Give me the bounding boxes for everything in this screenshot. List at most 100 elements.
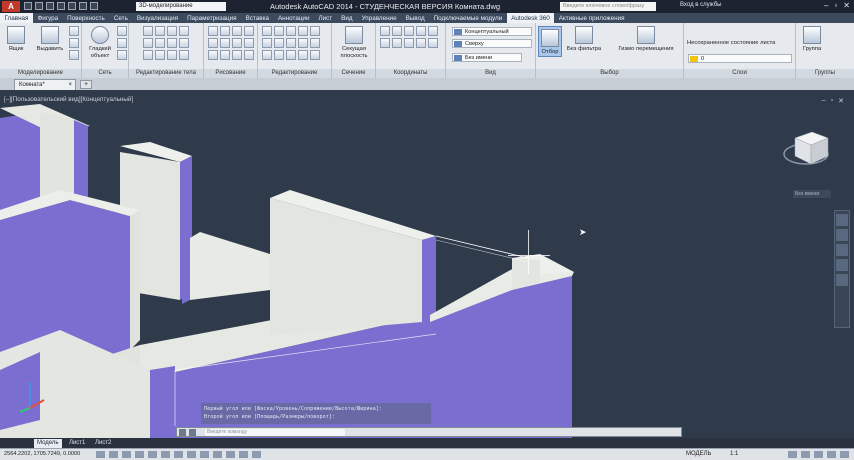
smooth-more-icon[interactable] (117, 26, 127, 36)
point-icon[interactable] (220, 50, 230, 60)
print-icon[interactable] (68, 2, 76, 10)
layer-dropdown[interactable]: 0 (688, 54, 792, 63)
rectangle-icon[interactable] (208, 38, 218, 48)
box-button[interactable]: Ящик (4, 26, 28, 53)
array-icon[interactable] (262, 50, 272, 60)
close-icon[interactable]: ✕ (843, 1, 850, 10)
join-icon[interactable] (298, 50, 308, 60)
minimize-icon[interactable]: – (824, 1, 828, 10)
panel-title-modify[interactable]: Редактирование (258, 69, 331, 78)
new-file-icon[interactable] (24, 2, 32, 10)
panel-title-selection[interactable]: Выбор (536, 69, 683, 78)
tab-parametric[interactable]: Параметризация (183, 13, 241, 23)
polyline-icon[interactable] (220, 26, 230, 36)
move-icon[interactable] (262, 26, 272, 36)
tab-annotate[interactable]: Аннотации (273, 13, 313, 23)
no-filter-button[interactable]: Без фильтра (566, 26, 602, 53)
extrude-faces-icon[interactable] (143, 50, 153, 60)
explode-icon[interactable] (310, 38, 320, 48)
panel-title-mesh[interactable]: Сеть (82, 69, 128, 78)
line-icon[interactable] (208, 26, 218, 36)
file-tab-room[interactable]: Комната* × (14, 79, 76, 90)
lock-icon[interactable] (801, 451, 810, 458)
helix-icon[interactable] (232, 38, 242, 48)
section-plane-button[interactable]: Секущая плоскость (336, 26, 372, 60)
ortho-icon[interactable] (122, 451, 131, 458)
shell-icon[interactable] (167, 50, 177, 60)
smooth-less-icon[interactable] (117, 38, 127, 48)
save-icon[interactable] (46, 2, 54, 10)
panel-title-section[interactable]: Сечение (332, 69, 375, 78)
fillet-icon[interactable] (298, 38, 308, 48)
boundary-icon[interactable] (244, 50, 254, 60)
scale-icon[interactable] (262, 38, 272, 48)
orbit-icon[interactable] (836, 259, 848, 271)
tab-render[interactable]: Визуализация (132, 13, 182, 23)
steering-wheel-icon[interactable] (836, 214, 848, 226)
panel-title-coordinates[interactable]: Координаты (376, 69, 445, 78)
command-input[interactable]: Введите команду (205, 429, 345, 436)
spline-icon[interactable] (244, 38, 254, 48)
viewport-controls-label[interactable]: [–][Пользовательский вид][Концептуальный… (4, 96, 133, 103)
tab-mesh[interactable]: Сеть (109, 13, 132, 23)
mirror-icon[interactable] (298, 26, 308, 36)
drawing-viewport[interactable]: [–][Пользовательский вид][Концептуальный… (0, 90, 854, 438)
tab-output[interactable]: Вывод (401, 13, 429, 23)
culling-button[interactable]: Отбор (538, 26, 562, 57)
undo-icon[interactable] (79, 2, 87, 10)
zoom-icon[interactable] (836, 244, 848, 256)
arc-icon[interactable] (244, 26, 254, 36)
fillet-edge-icon[interactable] (167, 38, 177, 48)
tab-manage[interactable]: Управление (357, 13, 401, 23)
chamfer-edge-icon[interactable] (179, 38, 189, 48)
viewport-maximize-icon[interactable]: ▫ (831, 97, 833, 105)
visual-style-dropdown[interactable]: Концептуальный (452, 27, 532, 36)
3d-osnap-icon[interactable] (161, 451, 170, 458)
ucs-world-icon[interactable] (392, 26, 402, 36)
open-file-icon[interactable] (35, 2, 43, 10)
viewcube[interactable] (783, 131, 829, 165)
workspace-dropdown[interactable]: 3D-моделирование (136, 2, 226, 11)
polar-icon[interactable] (135, 451, 144, 458)
ucs-3point-icon[interactable] (428, 38, 438, 48)
grid-icon[interactable] (109, 451, 118, 458)
ucs-face-icon[interactable] (416, 38, 426, 48)
tab-autodesk-360[interactable]: Autodesk 360 (506, 13, 555, 23)
redo-icon[interactable] (90, 2, 98, 10)
panel-title-groups[interactable]: Группы (796, 69, 854, 78)
coordinates-readout[interactable]: 2564.2202, 1705.7249, 0.0000 (4, 451, 80, 457)
panel-title-view[interactable]: Вид (446, 69, 535, 78)
lineweight-icon[interactable] (213, 451, 222, 458)
ucs-menu-dropdown[interactable]: Без имени (793, 190, 831, 198)
offset-icon[interactable] (274, 50, 284, 60)
customize-command-icon[interactable] (189, 429, 196, 436)
dyn-icon[interactable] (200, 451, 209, 458)
polysolid-icon[interactable] (69, 26, 79, 36)
slice-icon[interactable] (179, 26, 189, 36)
smooth-object-button[interactable]: Гладкий объект (84, 26, 116, 60)
tab-sheet2[interactable]: Лист2 (92, 439, 114, 448)
ucs-x-icon[interactable] (416, 26, 426, 36)
group-button[interactable]: Группа (798, 26, 826, 53)
new-file-tab-button[interactable]: + (80, 80, 92, 89)
tab-model[interactable]: Модель (34, 439, 62, 448)
presspull-icon[interactable] (69, 38, 79, 48)
tab-surface[interactable]: Поверхность (63, 13, 110, 23)
pan-icon[interactable] (836, 229, 848, 241)
ucs-y-icon[interactable] (428, 26, 438, 36)
offset-edge-icon[interactable] (155, 38, 165, 48)
transparency-icon[interactable] (226, 451, 235, 458)
region-icon[interactable] (232, 50, 242, 60)
polygon-icon[interactable] (220, 38, 230, 48)
panel-title-solid-editing[interactable]: Редактирование тела (129, 69, 203, 78)
circle-icon[interactable] (232, 26, 242, 36)
tab-sheet1[interactable]: Лист1 (66, 439, 88, 448)
viewport-close-icon[interactable]: ✕ (838, 97, 844, 105)
showmotion-icon[interactable] (836, 274, 848, 286)
ucs-z-icon[interactable] (380, 38, 390, 48)
layer-state-label[interactable]: Несохраненное состояние листа (687, 40, 775, 46)
save-as-icon[interactable] (57, 2, 65, 10)
selection-cycling-icon[interactable] (252, 451, 261, 458)
rotate-icon[interactable] (286, 26, 296, 36)
application-menu-button[interactable]: A (2, 1, 20, 12)
